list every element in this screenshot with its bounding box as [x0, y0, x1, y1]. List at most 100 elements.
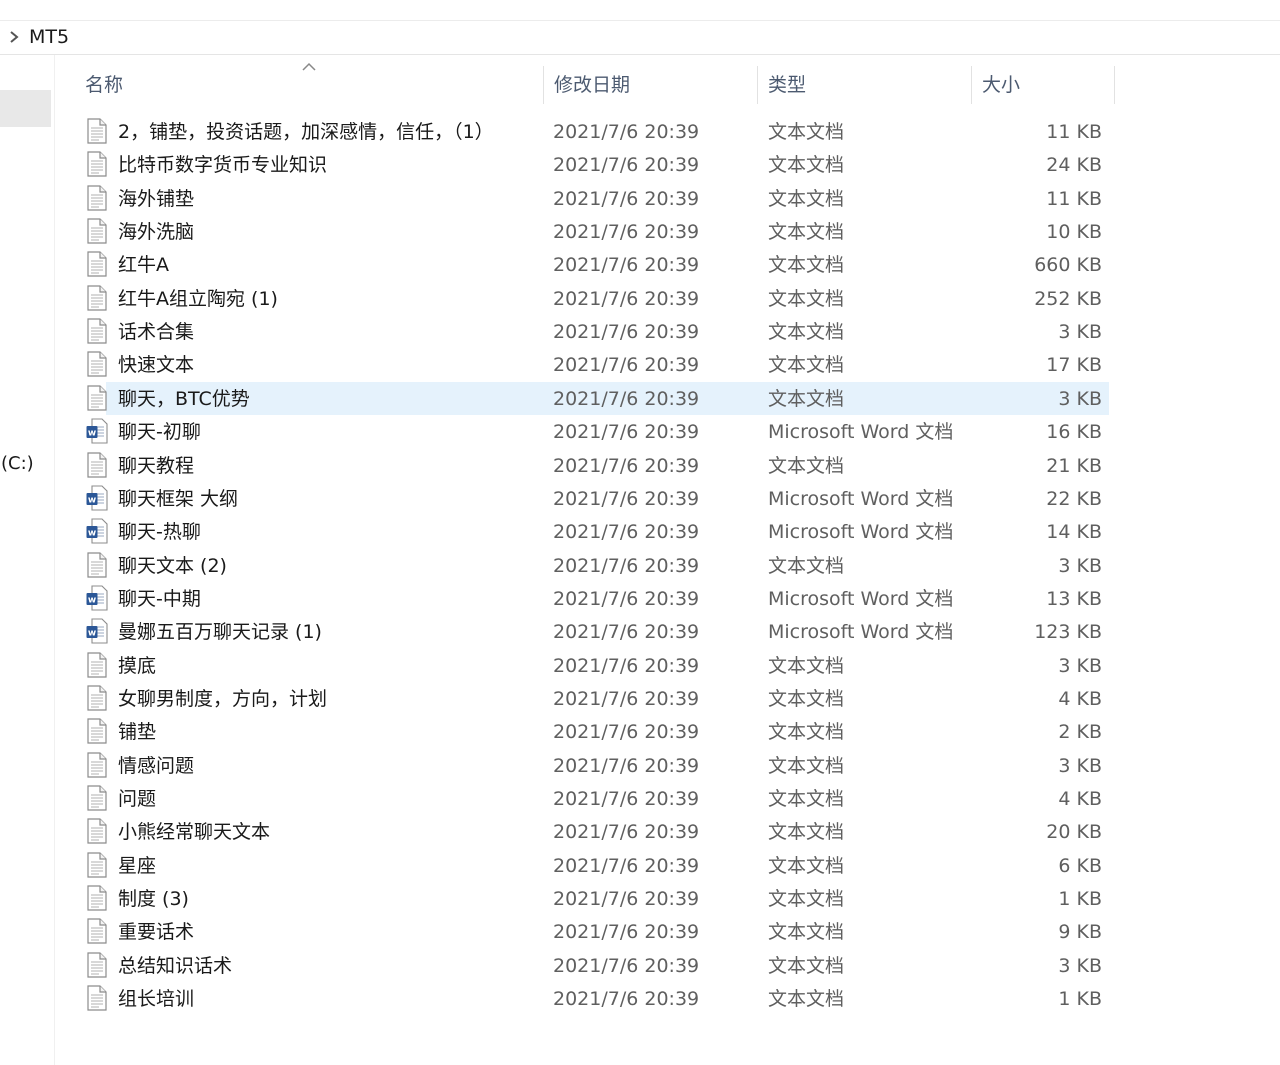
file-row[interactable]: 快速文本 2021/7/6 20:39 文本文档 17 KB — [80, 348, 1110, 381]
file-row-content: w 聊天-热聊 2021/7/6 20:39 Microsoft Word 文档 14 … — [80, 515, 1110, 548]
file-date: 2021/7/6 20:39 — [553, 888, 700, 911]
file-row-content: 组长培训 2021/7/6 20:39 文本文档 1 KB — [80, 982, 1110, 1015]
file-name: 聊天-热聊 — [118, 521, 201, 544]
nav-drive-c[interactable]: (C:) — [1, 453, 34, 474]
file-name: 话术合集 — [118, 321, 195, 344]
file-row[interactable]: 海外铺垫 2021/7/6 20:39 文本文档 11 KB — [80, 182, 1110, 215]
file-date: 2021/7/6 20:39 — [553, 954, 700, 977]
file-name: 制度 (3) — [118, 888, 189, 911]
file-name: 摸底 — [118, 654, 157, 677]
file-row[interactable]: 小熊经常聊天文本 2021/7/6 20:39 文本文档 20 KB — [80, 815, 1110, 848]
file-type: 文本文档 — [768, 854, 845, 877]
file-row[interactable]: 情感问题 2021/7/6 20:39 文本文档 3 KB — [80, 749, 1110, 782]
chevron-right-icon[interactable] — [8, 30, 20, 44]
file-row-content: 制度 (3) 2021/7/6 20:39 文本文档 1 KB — [80, 882, 1110, 915]
file-row[interactable]: 组长培训 2021/7/6 20:39 文本文档 1 KB — [80, 982, 1110, 1015]
file-name: 小熊经常聊天文本 — [118, 821, 271, 844]
word-file-icon: w — [86, 485, 108, 511]
file-type: 文本文档 — [768, 888, 845, 911]
text-file-icon — [86, 218, 108, 244]
file-row-content: w 聊天-中期 2021/7/6 20:39 Microsoft Word 文档 13 … — [80, 582, 1110, 615]
file-row[interactable]: w 聊天-热聊 2021/7/6 20:39 Microsoft Word 文档 14 … — [80, 515, 1110, 548]
file-row[interactable]: 海外洗脑 2021/7/6 20:39 文本文档 10 KB — [80, 215, 1110, 248]
file-row-content: w 聊天框架 大纲 2021/7/6 20:39 Microsoft Word 文档 2… — [80, 482, 1110, 515]
file-name: 问题 — [118, 788, 157, 810]
file-row-content: 总结知识话术 2021/7/6 20:39 文本文档 3 KB — [80, 949, 1110, 982]
sort-ascending-icon — [302, 62, 316, 71]
file-row[interactable]: 红牛A组立陶宛 (1) 2021/7/6 20:39 文本文档 252 KB — [80, 282, 1110, 315]
file-name: 情感问题 — [118, 754, 195, 777]
file-size: 9 KB — [1058, 921, 1102, 944]
file-row[interactable]: 摸底 2021/7/6 20:39 文本文档 3 KB — [80, 649, 1110, 682]
file-row[interactable]: w 聊天-初聊 2021/7/6 20:39 Microsoft Word 文档 16 … — [80, 415, 1110, 448]
text-file-icon — [86, 685, 108, 711]
file-size: 13 KB — [1046, 587, 1102, 610]
file-row-content: 女聊男制度，方向，计划 2021/7/6 20:39 文本文档 4 KB — [80, 682, 1110, 715]
file-row[interactable]: 制度 (3) 2021/7/6 20:39 文本文档 1 KB — [80, 882, 1110, 915]
title-strip — [0, 0, 1280, 21]
file-row-content: 比特币数字货币专业知识 2021/7/6 20:39 文本文档 24 KB — [80, 148, 1110, 181]
text-file-icon — [86, 818, 108, 844]
file-row[interactable]: 聊天，BTC优势 2021/7/6 20:39 文本文档 3 KB — [87, 381, 1109, 415]
file-type: 文本文档 — [768, 121, 845, 143]
file-size: 2 KB — [1058, 721, 1102, 744]
file-type: 文本文档 — [768, 254, 845, 277]
file-type: Microsoft Word 文档 — [768, 421, 954, 444]
file-type: Microsoft Word 文档 — [768, 487, 954, 510]
file-size: 17 KB — [1046, 354, 1102, 377]
column-date[interactable]: 修改日期 — [554, 62, 630, 104]
file-date: 2021/7/6 20:39 — [553, 421, 700, 444]
file-row[interactable]: 女聊男制度，方向，计划 2021/7/6 20:39 文本文档 4 KB — [80, 682, 1110, 715]
file-size: 21 KB — [1046, 454, 1102, 477]
file-date: 2021/7/6 20:39 — [553, 587, 700, 610]
file-size: 10 KB — [1046, 221, 1102, 244]
address-bar[interactable]: MT5 — [0, 21, 1280, 55]
file-row[interactable]: w 聊天框架 大纲 2021/7/6 20:39 Microsoft Word 文档 2… — [80, 482, 1110, 515]
file-row[interactable]: 重要话术 2021/7/6 20:39 文本文档 9 KB — [80, 915, 1110, 948]
column-divider[interactable] — [757, 66, 758, 104]
file-size: 16 KB — [1046, 421, 1102, 444]
file-size: 11 KB — [1046, 187, 1102, 210]
file-name: 聊天，BTC优势 — [118, 387, 250, 410]
file-row[interactable]: 比特币数字货币专业知识 2021/7/6 20:39 文本文档 24 KB — [80, 148, 1110, 181]
file-row-content: 2，铺垫，投资话题，加深感情，信任，（1） 2021/7/6 20:39 文本文档 1… — [80, 115, 1110, 148]
column-divider[interactable] — [971, 66, 972, 104]
file-row-content: w 聊天-初聊 2021/7/6 20:39 Microsoft Word 文档 16 … — [80, 415, 1110, 448]
file-row[interactable]: 话术合集 2021/7/6 20:39 文本文档 3 KB — [80, 315, 1110, 348]
file-row[interactable]: 聊天教程 2021/7/6 20:39 文本文档 21 KB — [80, 449, 1110, 482]
text-file-icon — [86, 985, 108, 1011]
file-size: 3 KB — [1058, 554, 1102, 577]
file-date: 2021/7/6 20:39 — [553, 621, 700, 644]
file-name: 红牛A — [118, 254, 169, 277]
text-file-icon — [86, 785, 108, 811]
file-name: 聊天-初聊 — [118, 421, 201, 444]
nav-selected-item[interactable] — [0, 90, 51, 127]
text-file-icon — [86, 551, 108, 578]
column-name[interactable]: 名称 — [85, 62, 123, 104]
file-date: 2021/7/6 20:39 — [553, 354, 700, 377]
column-type[interactable]: 类型 — [768, 62, 806, 104]
file-name: 比特币数字货币专业知识 — [118, 154, 328, 177]
file-size: 14 KB — [1046, 521, 1102, 544]
text-file-icon — [86, 285, 108, 311]
address-path[interactable]: MT5 — [29, 26, 69, 48]
file-row[interactable]: 星座 2021/7/6 20:39 文本文档 6 KB — [80, 849, 1110, 882]
text-file-icon — [86, 451, 108, 478]
svg-text:w: w — [88, 429, 96, 439]
column-size[interactable]: 大小 — [982, 62, 1020, 104]
column-divider[interactable] — [543, 66, 544, 104]
file-row[interactable]: w 曼娜五百万聊天记录 (1) 2021/7/6 20:39 Microsoft Wo… — [80, 615, 1110, 648]
file-row[interactable]: 聊天文本 (2) 2021/7/6 20:39 文本文档 3 KB — [80, 549, 1110, 582]
file-row-content: 海外铺垫 2021/7/6 20:39 文本文档 11 KB — [80, 182, 1110, 215]
file-date: 2021/7/6 20:39 — [553, 721, 700, 744]
file-row[interactable]: 2，铺垫，投资话题，加深感情，信任，（1） 2021/7/6 20:39 文本文档 1… — [80, 115, 1110, 148]
file-name: 组长培训 — [118, 988, 195, 1011]
file-row[interactable]: 总结知识话术 2021/7/6 20:39 文本文档 3 KB — [80, 949, 1110, 982]
file-size: 4 KB — [1058, 788, 1102, 810]
file-row[interactable]: w 聊天-中期 2021/7/6 20:39 Microsoft Word 文档 13 … — [80, 582, 1110, 615]
file-row[interactable]: 问题 2021/7/6 20:39 文本文档 4 KB — [80, 782, 1110, 815]
column-divider[interactable] — [1114, 66, 1115, 104]
file-row[interactable]: 铺垫 2021/7/6 20:39 文本文档 2 KB — [80, 715, 1110, 748]
file-date: 2021/7/6 20:39 — [553, 654, 700, 677]
file-row[interactable]: 红牛A 2021/7/6 20:39 文本文档 660 KB — [80, 248, 1110, 281]
